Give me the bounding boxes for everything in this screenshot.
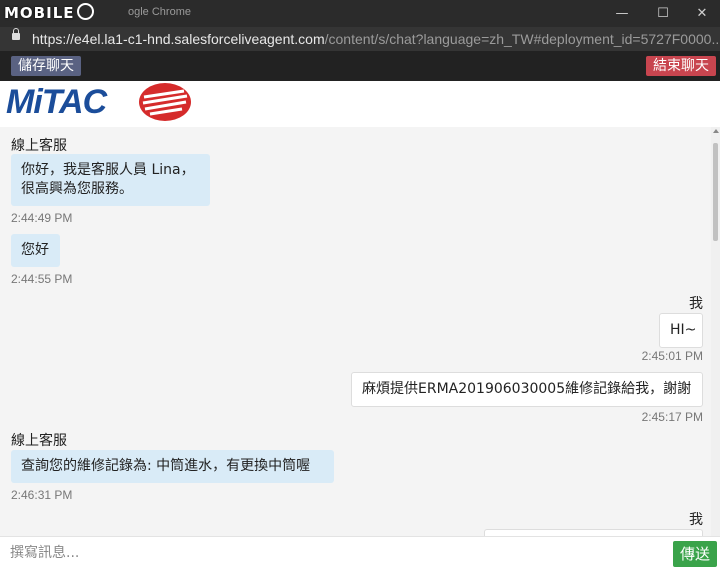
message-line: 你好，我是客服人員 Lina， <box>21 162 195 178</box>
message-timestamp: 2:45:17 PM <box>641 410 703 424</box>
chat-transcript[interactable]: 線上客服 你好，我是客服人員 Lina， 很高興為您服務。 2:44:49 PM… <box>0 127 711 536</box>
message-timestamp: 2:44:49 PM <box>11 211 73 225</box>
agent-message-bubble: 查詢您的維修記錄為: 中筒進水，有更換中筒喔 <box>11 450 334 483</box>
end-chat-button[interactable]: 結束聊天 <box>646 56 716 76</box>
sender-label-me: 我 <box>689 296 703 312</box>
message-timestamp: 2:45:01 PM <box>641 349 703 363</box>
lock-icon <box>12 28 20 40</box>
window-title: ogle Chrome <box>128 6 191 18</box>
minimize-button[interactable]: — <box>604 0 640 27</box>
agent-message-bubble: 你好，我是客服人員 Lina， 很高興為您服務。 <box>11 154 210 206</box>
brand-header: MiTAC <box>0 81 720 127</box>
mitac-emblem-icon <box>139 83 191 121</box>
sender-label-agent: 線上客服 <box>11 138 67 154</box>
sender-label-agent: 線上客服 <box>11 433 67 449</box>
message-input[interactable] <box>0 538 670 568</box>
message-line: 查詢您的維修記錄為: 中筒進水，有更換中筒喔 <box>21 458 311 474</box>
url-text[interactable]: https://e4el.la1-c1-hnd.salesforceliveag… <box>32 27 720 51</box>
message-composer: 傳送 <box>0 536 720 569</box>
message-line: HI~ <box>670 322 697 338</box>
send-button[interactable]: 傳送 <box>673 541 717 567</box>
url-path: /content/s/chat?language=zh_TW#deploymen… <box>324 31 720 47</box>
message-line: 麻煩提供ERMA201906030005維修記錄給我，謝謝 <box>362 381 692 397</box>
message-timestamp: 2:44:55 PM <box>11 272 73 286</box>
scroll-up-arrow-icon[interactable] <box>713 129 719 133</box>
message-line: 您好 <box>21 242 49 258</box>
message-timestamp: 2:46:31 PM <box>11 488 73 502</box>
agent-message-bubble: 您好 <box>11 234 60 267</box>
window-title-bar: MOBILE ogle Chrome — ☐ ✕ <box>0 0 720 27</box>
user-message-bubble <box>484 529 703 536</box>
sender-label-me: 我 <box>689 512 703 528</box>
save-chat-button[interactable]: 儲存聊天 <box>11 56 81 76</box>
mitac-logo: MiTAC <box>6 83 107 121</box>
watermark-text: MOBILE <box>4 4 75 22</box>
maximize-button[interactable]: ☐ <box>645 0 681 27</box>
close-window-button[interactable]: ✕ <box>684 0 720 27</box>
address-bar[interactable]: https://e4el.la1-c1-hnd.salesforceliveag… <box>0 27 720 51</box>
watermark-logo: MOBILE <box>4 3 94 23</box>
message-line: 很高興為您服務。 <box>21 181 133 197</box>
user-message-bubble: HI~ <box>659 313 703 348</box>
chat-scrollbar[interactable] <box>711 127 720 536</box>
user-message-bubble: 麻煩提供ERMA201906030005維修記錄給我，謝謝 <box>351 372 703 407</box>
scrollbar-thumb[interactable] <box>713 143 718 241</box>
watermark-eye-icon <box>76 3 94 20</box>
url-host: https://e4el.la1-c1-hnd.salesforceliveag… <box>32 31 325 47</box>
chat-toolbar: 儲存聊天 結束聊天 <box>0 51 720 81</box>
